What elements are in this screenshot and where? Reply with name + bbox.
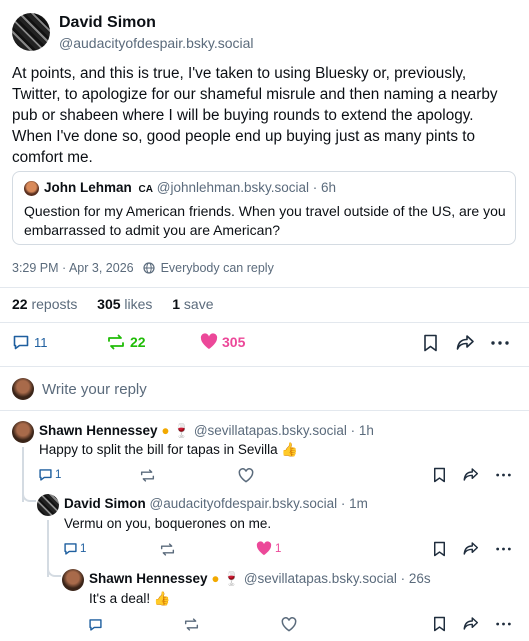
- quote-author-avatar: [24, 181, 39, 196]
- post-stats: 22 reposts 305 likes 1 save: [12, 296, 213, 312]
- thread-curve: [47, 563, 61, 577]
- heart-icon[interactable]: [281, 617, 297, 632]
- author-avatar[interactable]: [12, 13, 50, 51]
- reply-icon: [63, 541, 78, 556]
- reply-count: 1: [55, 468, 62, 481]
- quote-author-badge: CA: [138, 184, 153, 195]
- repost-icon[interactable]: [139, 468, 156, 483]
- share-icon[interactable]: [463, 467, 479, 482]
- reply-avatar[interactable]: [12, 421, 34, 443]
- reply-reply-button[interactable]: 1: [38, 467, 61, 482]
- quote-author-handle: @johnlehman.bsky.social: [156, 180, 310, 195]
- reply-text: It's a deal! 👍: [89, 591, 171, 606]
- like-count: 305: [222, 333, 246, 350]
- share-icon[interactable]: [456, 334, 475, 351]
- saves-count[interactable]: 1: [172, 296, 180, 312]
- quote-age: · 6h: [312, 180, 337, 195]
- wine-glass-icon: 🍷: [223, 571, 241, 586]
- bookmark-icon[interactable]: [433, 541, 446, 557]
- bookmark-icon[interactable]: [423, 334, 438, 352]
- post-timestamp: 3:29 PM · Apr 3, 2026: [12, 261, 134, 275]
- globe-icon: [143, 262, 155, 274]
- saves-label[interactable]: save: [184, 296, 214, 312]
- repost-count: 22: [130, 334, 146, 350]
- wine-glass-icon: 🍷: [173, 423, 191, 438]
- reply-header: Shawn Hennessey ● 🍷 @sevillatapas.bsky.s…: [39, 423, 374, 439]
- reply-avatar[interactable]: [37, 494, 59, 516]
- reposts-count[interactable]: 22: [12, 296, 28, 312]
- thread-curve: [22, 488, 36, 502]
- repost-icon[interactable]: [183, 617, 200, 632]
- likes-count[interactable]: 305: [97, 296, 120, 312]
- bookmark-icon[interactable]: [433, 467, 446, 483]
- quote-card[interactable]: John Lehman CA @johnlehman.bsky.social ·…: [12, 171, 516, 245]
- reply-like-button[interactable]: 1: [256, 541, 281, 556]
- reply-reply-button[interactable]: 1: [63, 541, 86, 556]
- current-user-avatar: [12, 378, 34, 400]
- more-options-icon[interactable]: [491, 341, 509, 345]
- orange-emoji-icon: ●: [211, 571, 220, 586]
- more-options-icon[interactable]: [496, 622, 511, 626]
- author-handle[interactable]: @audacityofdespair.bsky.social: [59, 35, 254, 51]
- reply-author-handle[interactable]: @audacityofdespair.bsky.social: [150, 496, 338, 511]
- reply-author-name[interactable]: David Simon: [64, 496, 146, 511]
- share-icon[interactable]: [463, 616, 479, 631]
- reply-count: 11: [34, 334, 48, 350]
- heart-filled-icon: [256, 541, 272, 556]
- reply-age: · 1h: [350, 423, 374, 438]
- heart-icon[interactable]: [238, 468, 254, 483]
- reply-author-name[interactable]: Shawn Hennessey: [39, 423, 158, 438]
- author-name[interactable]: David Simon: [59, 14, 156, 32]
- like-button[interactable]: 305: [200, 333, 245, 350]
- reply-age: · 26s: [400, 571, 431, 586]
- more-options-icon[interactable]: [496, 547, 511, 551]
- post-visibility[interactable]: Everybody can reply: [161, 261, 274, 275]
- quote-header: John Lehman CA @johnlehman.bsky.social ·…: [44, 180, 336, 195]
- quote-text: Question for my American friends. When y…: [24, 203, 506, 238]
- repost-button[interactable]: 22: [106, 333, 146, 351]
- reply-count: 1: [80, 542, 87, 555]
- reply-text: Happy to split the bill for tapas in Sev…: [39, 442, 299, 457]
- reply-button[interactable]: 11: [12, 333, 48, 351]
- reply-age: · 1m: [340, 496, 368, 511]
- share-icon[interactable]: [463, 541, 479, 556]
- reply-author-name[interactable]: Shawn Hennessey: [89, 571, 208, 586]
- post-meta: 3:29 PM · Apr 3, 2026 Everybody can repl…: [12, 261, 274, 275]
- quote-author-name: John Lehman: [44, 180, 132, 195]
- reply-author-handle[interactable]: @sevillatapas.bsky.social: [194, 423, 347, 438]
- likes-label[interactable]: likes: [124, 296, 152, 312]
- reply-icon[interactable]: [88, 617, 103, 632]
- reply-header: Shawn Hennessey ● 🍷 @sevillatapas.bsky.s…: [89, 571, 431, 587]
- reply-text: Vermu on you, boquerones on me.: [64, 516, 272, 531]
- repost-icon[interactable]: [159, 542, 176, 557]
- reply-icon: [12, 333, 30, 351]
- more-options-icon[interactable]: [496, 473, 511, 477]
- post-text: At points, and this is true, I've taken …: [12, 65, 498, 166]
- reply-avatar[interactable]: [62, 569, 84, 591]
- heart-filled-icon: [200, 333, 218, 350]
- orange-emoji-icon: ●: [161, 423, 170, 438]
- bookmark-icon[interactable]: [433, 616, 446, 632]
- reply-input[interactable]: Write your reply: [42, 381, 502, 398]
- reply-icon: [38, 467, 53, 482]
- reply-header: David Simon @audacityofdespair.bsky.soci…: [64, 496, 368, 511]
- repost-icon: [106, 333, 126, 351]
- reply-author-handle[interactable]: @sevillatapas.bsky.social: [244, 571, 397, 586]
- reposts-label[interactable]: reposts: [31, 296, 77, 312]
- like-count: 1: [275, 542, 282, 555]
